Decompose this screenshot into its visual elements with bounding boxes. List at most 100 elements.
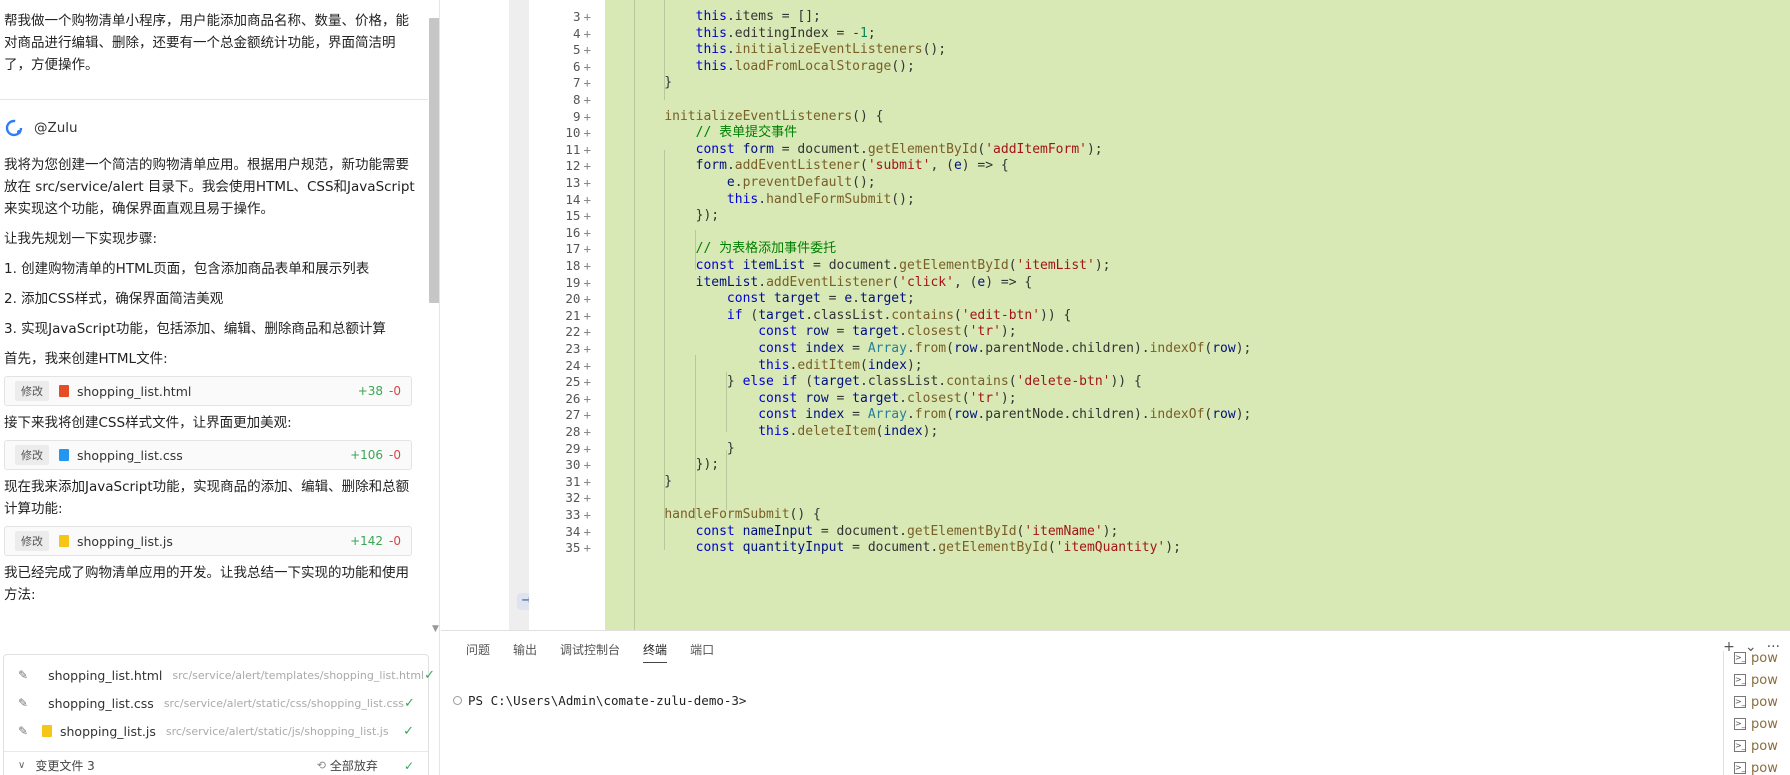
code-line[interactable]: } — [633, 73, 672, 92]
check-icon[interactable]: ✓ — [404, 696, 415, 711]
lines-added: +106 — [350, 448, 384, 462]
terminal-instance-label: pow — [1751, 650, 1778, 666]
code-editor[interactable]: this.items = []; this.editingIndex = -1;… — [605, 0, 1790, 630]
indent-guide — [695, 355, 696, 520]
lines-removed: -0 — [389, 384, 401, 398]
changed-file-name: shopping_list.html — [48, 667, 163, 683]
terminal-instance[interactable]: >_ pow — [1734, 735, 1778, 757]
modify-tag: 修改 — [15, 445, 49, 465]
scroll-down-icon[interactable]: ▼ — [432, 624, 439, 634]
changed-files-count: 变更文件 3 — [35, 759, 95, 773]
chevron-down-icon[interactable]: ∨ — [18, 760, 25, 771]
changed-file-row[interactable]: ✎ shopping_list.html src/service/alert/t… — [4, 661, 435, 689]
terminal-icon: >_ — [1734, 696, 1746, 708]
editor-glyph-margin — [441, 0, 511, 630]
terminal-icon: >_ — [1734, 740, 1746, 752]
discard-icon[interactable]: ⟲ — [317, 759, 326, 772]
plan-step: 3. 实现JavaScript功能，包括添加、编辑、删除商品和总额计算 — [4, 321, 386, 337]
prompt-status-icon — [453, 696, 462, 705]
changed-file-row[interactable]: ✎ shopping_list.js src/service/alert/sta… — [4, 717, 428, 745]
bottom-panel: 问题 输出 调试控制台 终端 端口 + ⌄ ··· PS C:\Users\Ad… — [441, 630, 1790, 775]
file-card-name: shopping_list.html — [77, 383, 192, 399]
plan-step: 1. 创建购物清单的HTML页面，包含添加商品表单和展示列表 — [4, 261, 370, 277]
code-line[interactable]: } — [633, 472, 672, 491]
file-card-css[interactable]: 修改 shopping_list.css +106 -0 — [4, 440, 412, 470]
agent-response: 我将为您创建一个简洁的购物清单应用。根据用户规范，新功能需要放在 src/ser… — [0, 154, 420, 606]
chat-scroll-area[interactable]: 帮我做一个购物清单小程序，用户能添加商品名称、数量、价格，能对商品进行编辑、删除… — [0, 0, 428, 640]
terminal-instance-label: pow — [1751, 716, 1778, 732]
editor-fold-margin — [509, 0, 529, 630]
changed-file-path: src/service/alert/static/css/shopping_li… — [163, 696, 405, 710]
terminal-icon: >_ — [1734, 762, 1746, 774]
terminal-instance-list: >_ pow >_ pow >_ pow >_ pow >_ pow >_ pow — [1723, 651, 1790, 775]
css-file-icon — [59, 449, 69, 461]
changed-files-panel: ✎ shopping_list.html src/service/alert/t… — [3, 654, 435, 775]
file-card-html[interactable]: 修改 shopping_list.html +38 -0 — [4, 376, 412, 406]
pencil-icon: ✎ — [18, 696, 29, 710]
step-css-text: 接下来我将创建CSS样式文件，让界面更加美观: — [4, 415, 292, 431]
agent-intro: 我将为您创建一个简洁的购物清单应用。根据用户规范，新功能需要放在 src/ser… — [4, 157, 415, 217]
changed-files-footer: ∨ 变更文件 3 ⟲ 全部放弃 ✓ — [4, 751, 428, 775]
modify-tag: 修改 — [15, 381, 49, 401]
html-file-icon — [59, 385, 69, 397]
terminal-instance[interactable]: >_ pow — [1734, 647, 1778, 669]
code-line[interactable]: }); — [633, 206, 719, 225]
code-line[interactable]: this.loadFromLocalStorage(); — [633, 57, 915, 76]
zulu-logo-icon — [5, 119, 23, 137]
tab-terminal[interactable]: 终端 — [643, 641, 668, 663]
tab-output[interactable]: 输出 — [513, 641, 537, 663]
changed-file-name: shopping_list.css — [48, 695, 154, 711]
js-file-icon — [59, 535, 69, 547]
plan-step: 2. 添加CSS样式，确保界面简洁美观 — [4, 291, 224, 307]
discard-all-button[interactable]: 全部放弃 — [330, 757, 378, 774]
changed-file-path: src/service/alert/templates/shopping_lis… — [172, 668, 425, 682]
check-icon[interactable]: ✓ — [424, 668, 435, 683]
terminal-instance-label: pow — [1751, 694, 1778, 710]
line-number: 35 + — [565, 540, 591, 556]
terminal-instance-label: pow — [1751, 760, 1778, 775]
terminal-instance[interactable]: >_ pow — [1734, 691, 1778, 713]
prompt-text: PS C:\Users\Admin\comate-zulu-demo-3> — [468, 693, 747, 708]
changed-file-row[interactable]: ✎ shopping_list.css src/service/alert/st… — [4, 689, 428, 717]
terminal-icon: >_ — [1734, 718, 1746, 730]
tab-debug-console[interactable]: 调试控制台 — [560, 641, 620, 663]
step-html-text: 首先，我来创建HTML文件: — [4, 351, 168, 367]
pencil-icon: ✎ — [18, 668, 29, 682]
chat-scrollbar[interactable] — [429, 18, 439, 303]
indent-guide — [634, 0, 635, 630]
message-divider — [0, 99, 428, 100]
indent-guide — [695, 230, 696, 270]
tab-problems[interactable]: 问题 — [466, 641, 490, 663]
terminal-prompt[interactable]: PS C:\Users\Admin\comate-zulu-demo-3> — [453, 693, 746, 708]
accept-all-icon[interactable]: ✓ — [404, 759, 414, 773]
file-card-name: shopping_list.js — [77, 533, 173, 549]
modify-tag: 修改 — [15, 531, 49, 551]
terminal-instance-label: pow — [1751, 738, 1778, 754]
js-file-icon — [42, 725, 52, 737]
lines-added: +142 — [350, 534, 384, 548]
file-card-name: shopping_list.css — [77, 447, 183, 463]
indent-guide — [664, 150, 665, 550]
indent-guide — [726, 450, 727, 510]
check-icon[interactable]: ✓ — [403, 724, 414, 739]
code-line[interactable]: const quantityInput = document.getElemen… — [633, 538, 1181, 557]
terminal-instance-label: pow — [1751, 672, 1778, 688]
lines-removed: -0 — [389, 448, 401, 462]
terminal-instance[interactable]: >_ pow — [1734, 669, 1778, 691]
tab-ports[interactable]: 端口 — [690, 641, 714, 663]
changed-file-name: shopping_list.js — [60, 723, 156, 739]
indent-guide — [664, 0, 665, 100]
chat-panel: 帮我做一个购物清单小程序，用户能添加商品名称、数量、价格，能对商品进行编辑、删除… — [0, 0, 440, 775]
line-numbers: 3 +4 +5 +6 +7 +8 +9 +10 +11 +12 +13 +14 +15 +16 +17 +18… — [529, 0, 605, 630]
user-message: 帮我做一个购物清单小程序，用户能添加商品名称、数量、价格，能对商品进行编辑、删除… — [4, 13, 409, 73]
agent-name: @Zulu — [34, 120, 78, 136]
terminal-icon: >_ — [1734, 652, 1746, 664]
changed-file-path: src/service/alert/static/js/shopping_lis… — [165, 724, 389, 738]
terminal-instance[interactable]: >_ pow — [1734, 757, 1778, 775]
terminal-instance[interactable]: >_ pow — [1734, 713, 1778, 735]
agent-header: @Zulu — [4, 118, 78, 138]
lines-added: +38 — [357, 384, 384, 398]
file-card-js[interactable]: 修改 shopping_list.js +142 -0 — [4, 526, 412, 556]
terminal-icon: >_ — [1734, 674, 1746, 686]
indent-guide — [726, 372, 727, 432]
